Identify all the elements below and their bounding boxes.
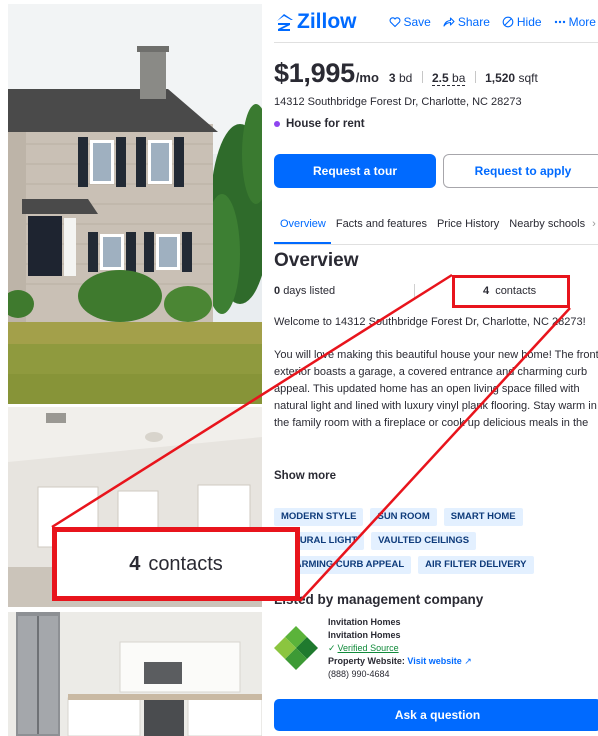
price-unit: /mo — [355, 70, 379, 85]
tab-overview[interactable]: Overview — [274, 212, 331, 244]
top-bar: Zillow Save Share Hide More — [274, 0, 598, 44]
company-name: Invitation Homes — [328, 617, 401, 627]
status-dot-icon — [274, 121, 280, 127]
request-tour-button[interactable]: Request a tour — [274, 154, 436, 188]
kitchen-photo[interactable] — [8, 612, 262, 736]
tab-nearby-schools[interactable]: Nearby schools — [504, 212, 590, 244]
tab-price-history[interactable]: Price History — [432, 212, 504, 244]
tab-facts-features[interactable]: Facts and features — [331, 212, 432, 244]
status-label: House for rent — [286, 118, 365, 130]
section-tabs: Overview Facts and features Price Histor… — [274, 212, 598, 244]
zoom-contacts-value: 4 — [129, 552, 141, 575]
feature-tag: VAULTED CEILINGS — [371, 532, 477, 550]
sqft-value: 1,520 — [485, 71, 516, 85]
external-link-icon: ↗ — [464, 656, 472, 666]
price-summary: $1,995 /mo 3 bd 2.5 ba 1,520 sqft — [274, 58, 538, 89]
feature-tags: MODERN STYLE SUN ROOM SMART HOME NATURAL… — [274, 508, 598, 574]
hide-icon — [502, 16, 514, 28]
beds-label: bd — [398, 71, 413, 85]
request-apply-button[interactable]: Request to apply — [443, 154, 598, 188]
facts-divider — [421, 71, 423, 83]
zoom-contacts-label: contacts — [148, 552, 223, 575]
management-info: Invitation Homes Invitation Homes ✓ Veri… — [328, 616, 472, 681]
brand-name: Zillow — [297, 10, 357, 33]
stats-divider — [414, 284, 415, 298]
price: $1,995 — [274, 58, 355, 88]
property-website: Property Website: Visit website ↗ — [328, 655, 472, 668]
baths-info[interactable]: 2.5 ba — [432, 71, 466, 86]
zillow-logo[interactable]: Zillow — [274, 10, 357, 34]
show-more-link[interactable]: Show more — [274, 470, 336, 482]
contacts-highlight-box — [452, 275, 570, 308]
company-logo — [274, 626, 318, 670]
baths-label: ba — [452, 71, 466, 85]
check-icon: ✓ — [328, 643, 336, 653]
photo-gallery[interactable] — [0, 0, 262, 736]
feature-tag: SUN ROOM — [370, 508, 437, 526]
feature-tag: SMART HOME — [443, 508, 523, 526]
beds-value: 3 — [388, 71, 396, 85]
more-button[interactable]: More — [554, 15, 596, 29]
baths-value: 2.5 — [432, 71, 449, 85]
chevron-right-icon[interactable]: › — [590, 212, 596, 244]
sqft-label: sqft — [518, 71, 538, 85]
listing-description: Welcome to 14312 Southbridge Forest Dr, … — [274, 314, 598, 434]
verified-label: Verified Source — [337, 643, 399, 653]
feature-tag: AIR FILTER DELIVERY — [418, 556, 534, 574]
management-heading: Listed by management company — [274, 592, 484, 607]
zillow-logo-icon — [277, 14, 293, 31]
days-listed-value: 0 — [274, 285, 281, 297]
days-listed-stat: 0 days listed — [274, 285, 414, 297]
more-icon — [554, 20, 565, 24]
ask-question-button[interactable]: Ask a question — [274, 699, 598, 731]
header-divider — [274, 42, 598, 43]
company-phone[interactable]: (888) 990-4684 — [328, 668, 472, 681]
listing-address: 14312 Southbridge Forest Dr, Charlotte, … — [274, 96, 522, 108]
listing-status: House for rent — [274, 118, 365, 130]
facts-divider — [474, 71, 476, 83]
share-icon — [443, 17, 455, 27]
share-button[interactable]: Share — [443, 15, 490, 29]
company-name-secondary: Invitation Homes — [328, 630, 401, 640]
home-facts: 3 bd 2.5 ba 1,520 sqft — [388, 71, 538, 86]
overview-heading: Overview — [274, 250, 359, 271]
feature-tag: MODERN STYLE — [274, 508, 364, 526]
description-intro: Welcome to 14312 Southbridge Forest Dr, … — [274, 316, 586, 328]
days-listed-label: days listed — [283, 285, 336, 297]
visit-website-link[interactable]: Visit website — [407, 656, 461, 666]
heart-icon — [389, 17, 400, 28]
listing-panel: Zillow Save Share Hide More $1,995 /mo 3… — [262, 0, 598, 736]
description-body: You will love making this beautiful hous… — [274, 349, 598, 429]
verified-source[interactable]: ✓ Verified Source — [328, 642, 472, 655]
website-prefix: Property Website: — [328, 656, 405, 666]
save-button[interactable]: Save — [389, 15, 431, 29]
tabs-divider — [274, 244, 598, 245]
contacts-zoom-callout: 4 contacts — [52, 527, 300, 601]
hide-button[interactable]: Hide — [502, 15, 542, 29]
exterior-photo[interactable] — [8, 4, 262, 404]
